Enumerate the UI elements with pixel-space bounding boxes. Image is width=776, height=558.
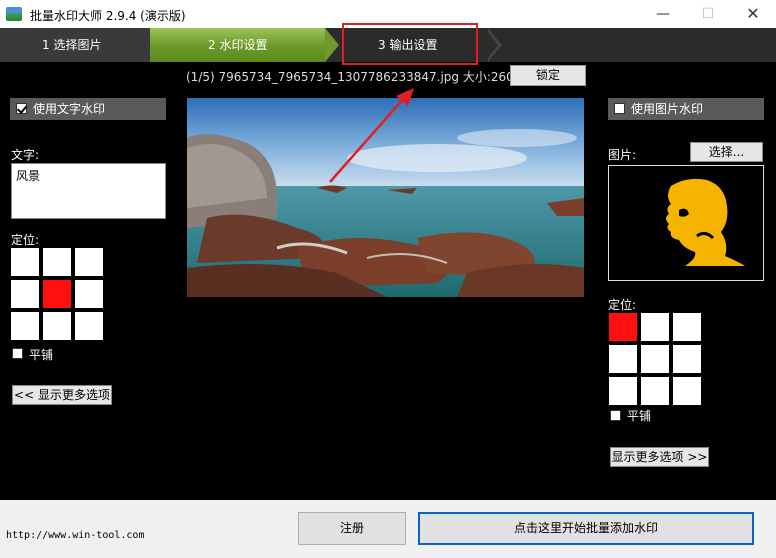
watermark-image-preview — [608, 165, 764, 281]
position-cell-middle-right[interactable] — [75, 280, 103, 308]
choose-image-button[interactable]: 选择... — [690, 142, 763, 162]
image-watermark-toggle[interactable]: 使用图片水印 — [608, 98, 764, 120]
text-tile-label: 平铺 — [29, 348, 54, 362]
step-watermark-settings[interactable]: 2 水印设置 — [150, 28, 325, 62]
image-tile-label: 平铺 — [627, 409, 652, 423]
position-cell-bottom-center[interactable] — [641, 377, 669, 405]
position-cell-bottom-right[interactable] — [673, 377, 701, 405]
position-cell-middle-left[interactable] — [11, 280, 39, 308]
show-more-options-left-button[interactable]: << 显示更多选项 — [12, 385, 112, 405]
minimize-button[interactable]: — — [640, 0, 686, 28]
position-cell-top-center[interactable] — [641, 313, 669, 341]
position-label: 定位: — [11, 233, 40, 247]
window-title: 批量水印大师 2.9.4 (演示版) — [30, 9, 186, 23]
text-watermark-toggle[interactable]: 使用文字水印 — [10, 98, 166, 120]
position-cell-bottom-left[interactable] — [11, 312, 39, 340]
image-position-grid — [609, 313, 701, 405]
position-cell-top-center[interactable] — [43, 248, 71, 276]
maximize-button[interactable]: ☐ — [685, 0, 731, 28]
annotation-highlight-box — [342, 23, 478, 65]
position-cell-top-right[interactable] — [75, 248, 103, 276]
position-cell-top-right[interactable] — [673, 313, 701, 341]
position-cell-center[interactable] — [641, 345, 669, 373]
footer-bar: http://www.win-tool.com 注册 点击这里开始批量添加水印 — [0, 500, 776, 558]
position-cell-bottom-right[interactable] — [75, 312, 103, 340]
image-label: 图片: — [608, 148, 637, 162]
close-button[interactable]: ✕ — [730, 0, 776, 28]
main-panel: 1 选择图片 2 水印设置 3 输出设置 (1/5) 7965734_79657… — [0, 23, 776, 500]
step-select-images[interactable]: 1 选择图片 — [0, 28, 160, 62]
image-tile-checkbox[interactable] — [610, 410, 621, 421]
text-watermark-checkbox[interactable] — [16, 103, 27, 114]
position-cell-bottom-left[interactable] — [609, 377, 637, 405]
image-position-label: 定位: — [608, 298, 637, 312]
show-more-options-right-button[interactable]: 显示更多选项 >> — [610, 447, 709, 467]
seascape-photo — [187, 98, 584, 297]
position-cell-middle-left[interactable] — [609, 345, 637, 373]
position-cell-top-left[interactable] — [609, 313, 637, 341]
position-cell-top-left[interactable] — [11, 248, 39, 276]
image-watermark-checkbox[interactable] — [614, 103, 625, 114]
position-cell-center[interactable] — [43, 280, 71, 308]
preview-image — [187, 98, 584, 297]
text-watermark-label: 使用文字水印 — [33, 102, 106, 116]
logo-head-silhouette — [666, 178, 745, 266]
watermark-text-input[interactable]: 风景 — [11, 163, 166, 219]
text-label: 文字: — [11, 148, 40, 162]
register-button[interactable]: 注册 — [298, 512, 406, 545]
text-position-grid — [11, 248, 103, 340]
text-tile-checkbox[interactable] — [12, 348, 23, 359]
step-arrow — [486, 30, 498, 60]
file-info: (1/5) 7965734_7965734_1307786233847.jpg … — [186, 70, 558, 84]
position-cell-middle-right[interactable] — [673, 345, 701, 373]
step-arrow — [325, 28, 339, 62]
app-icon — [6, 7, 22, 21]
image-watermark-label: 使用图片水印 — [631, 102, 704, 116]
website-link[interactable]: http://www.win-tool.com — [6, 530, 144, 541]
start-batch-watermark-button[interactable]: 点击这里开始批量添加水印 — [418, 512, 754, 545]
lock-button[interactable]: 锁定 — [510, 65, 586, 86]
position-cell-bottom-center[interactable] — [43, 312, 71, 340]
